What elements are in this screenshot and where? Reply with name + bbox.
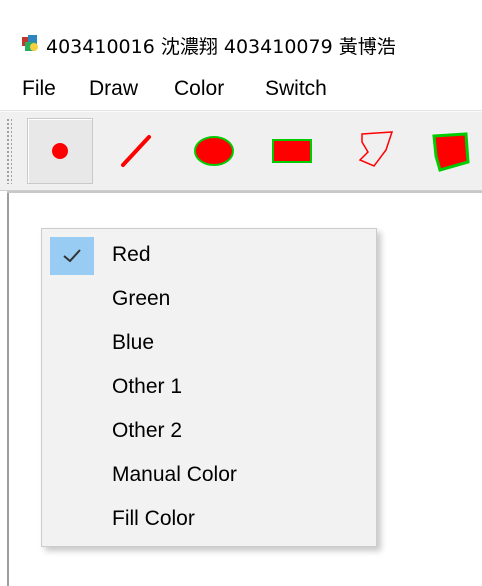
canvas-border xyxy=(7,191,482,193)
canvas-border xyxy=(7,191,9,586)
tool-ellipse-button[interactable] xyxy=(181,118,247,184)
line-icon xyxy=(121,135,151,167)
title-bar: 403410016 沈濃翔 403410079 黃博浩 xyxy=(0,0,482,62)
rectangle-icon xyxy=(272,139,312,163)
polygon-outline-icon xyxy=(358,131,394,167)
color-menu-item-red[interactable]: Red xyxy=(45,233,373,275)
menu-item-label: Other 2 xyxy=(112,419,183,442)
dot-icon xyxy=(52,143,68,159)
tool-point-button[interactable] xyxy=(27,118,93,184)
tool-filled-polygon-button[interactable] xyxy=(416,118,482,184)
menu-item-label: Green xyxy=(112,287,171,310)
menu-bar: File Draw Color Switch xyxy=(0,68,482,111)
toolbar xyxy=(0,111,482,191)
menu-switch[interactable]: Switch xyxy=(263,77,329,101)
color-menu-item-fill-color[interactable]: Fill Color xyxy=(45,497,373,537)
menu-item-label: Fill Color xyxy=(112,507,195,530)
menu-file[interactable]: File xyxy=(20,77,58,101)
app-icon xyxy=(20,33,40,53)
color-dropdown-menu: Red Green Blue Other 1 Other 2 Manual Co… xyxy=(41,228,377,547)
color-menu-item-green[interactable]: Green xyxy=(45,277,373,317)
check-highlight xyxy=(50,237,94,275)
color-menu-item-other-2[interactable]: Other 2 xyxy=(45,409,373,449)
polygon-filled-icon xyxy=(432,132,470,172)
color-menu-item-manual-color[interactable]: Manual Color xyxy=(45,453,373,493)
ellipse-icon xyxy=(194,136,234,166)
tool-line-button[interactable] xyxy=(104,118,170,184)
window-title: 403410016 沈濃翔 403410079 黃博浩 xyxy=(46,36,396,58)
menu-draw[interactable]: Draw xyxy=(87,77,140,101)
menu-color[interactable]: Color xyxy=(172,77,226,101)
checkmark-icon xyxy=(63,249,81,263)
color-menu-item-blue[interactable]: Blue xyxy=(45,321,373,361)
toolbar-grip[interactable] xyxy=(6,118,12,184)
tool-rectangle-button[interactable] xyxy=(259,118,325,184)
menu-item-label: Manual Color xyxy=(112,463,237,486)
menu-item-label: Red xyxy=(112,243,151,266)
tool-polygon-button[interactable] xyxy=(340,118,406,184)
menu-item-label: Other 1 xyxy=(112,375,183,398)
menu-item-label: Blue xyxy=(112,331,155,354)
color-menu-item-other-1[interactable]: Other 1 xyxy=(45,365,373,405)
